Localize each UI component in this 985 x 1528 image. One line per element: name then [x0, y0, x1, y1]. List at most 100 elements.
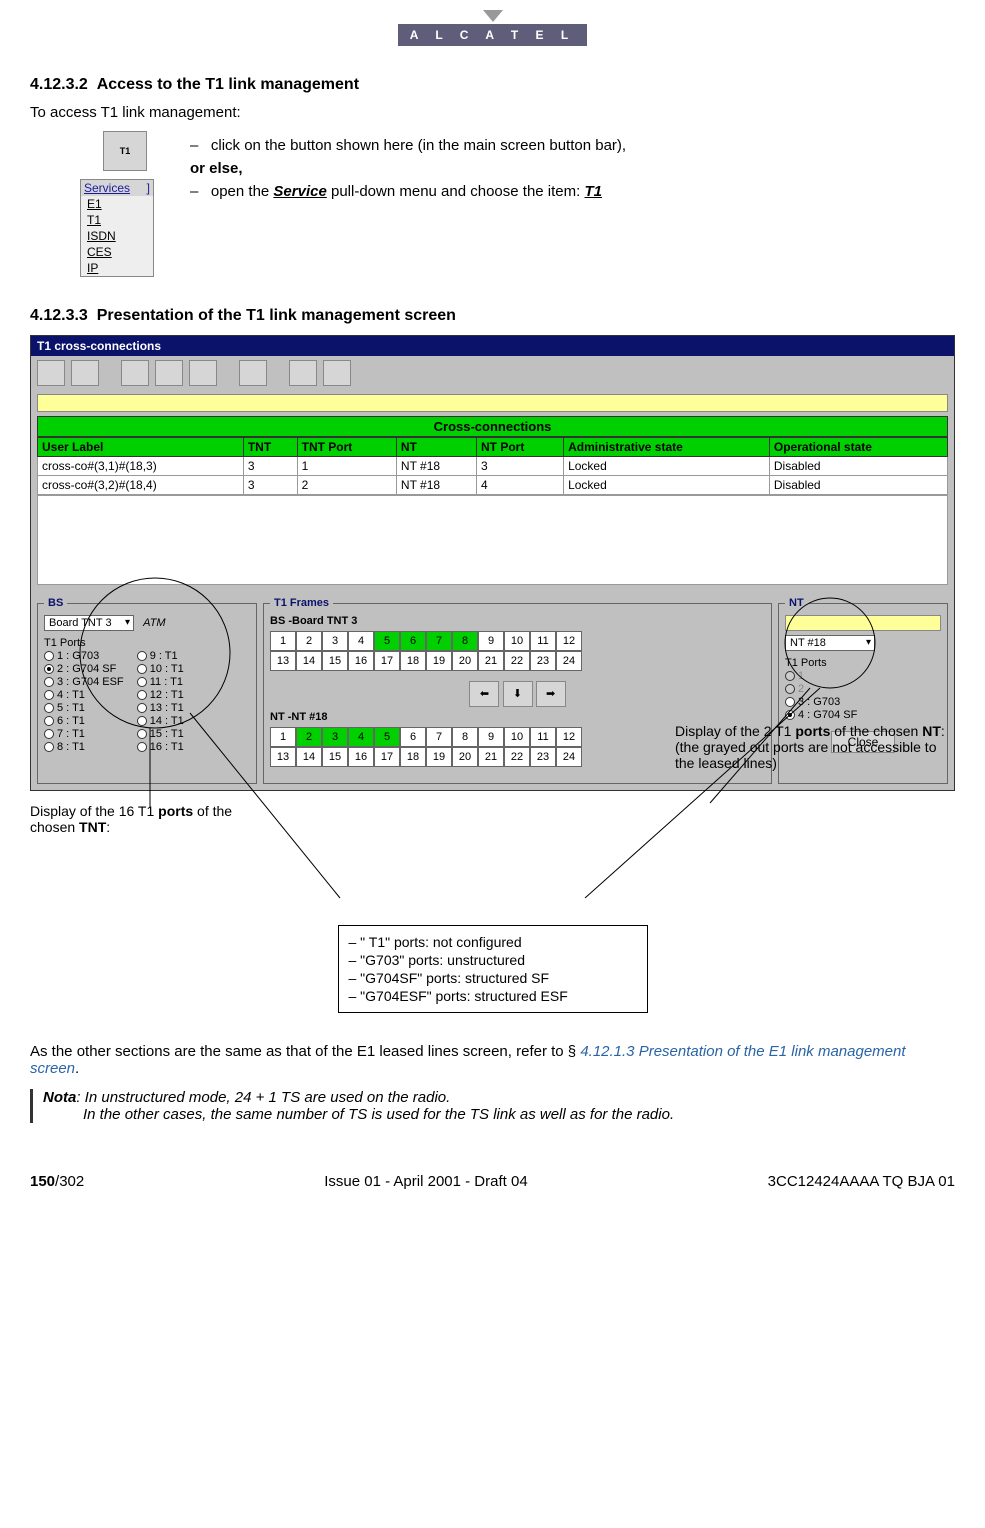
frame-cell[interactable]: 1: [270, 631, 296, 651]
frame-cell[interactable]: 18: [400, 747, 426, 767]
frame-cell[interactable]: 8: [452, 727, 478, 747]
intro-text: To access T1 link management:: [30, 104, 955, 121]
radio-port-7[interactable]: 7 : T1: [44, 728, 124, 740]
frame-cell[interactable]: 2: [296, 727, 322, 747]
frame-cell[interactable]: 14: [296, 747, 322, 767]
radio-port-4[interactable]: 4 : T1: [44, 689, 124, 701]
frame-cell[interactable]: 6: [400, 631, 426, 651]
bs-frame-grid: 123456789101112131415161718192021222324: [270, 631, 765, 671]
radio-port-6[interactable]: 6 : T1: [44, 715, 124, 727]
frame-cell[interactable]: 20: [452, 747, 478, 767]
frame-cell[interactable]: 2: [296, 631, 322, 651]
bs-board-dropdown[interactable]: Board TNT 3: [44, 615, 134, 631]
frame-cell[interactable]: 4: [348, 631, 374, 651]
toolbar-button[interactable]: [323, 360, 351, 386]
radio-port-3[interactable]: 3 : G704 ESF: [44, 676, 124, 688]
radio-port-13[interactable]: 13 : T1: [137, 702, 184, 714]
frame-cell[interactable]: 11: [530, 727, 556, 747]
col-nt: NT: [396, 438, 476, 457]
frame-cell[interactable]: 10: [504, 631, 530, 651]
nt-dropdown[interactable]: NT #18: [785, 635, 875, 651]
frame-cell[interactable]: 17: [374, 651, 400, 671]
col-nt-port: NT Port: [477, 438, 564, 457]
radio-port-5[interactable]: 5 : T1: [44, 702, 124, 714]
table-row[interactable]: cross-co#(3,2)#(18,4)32NT #184LockedDisa…: [38, 476, 948, 495]
section-heading-1: 4.12.3.2 Access to the T1 link managemen…: [30, 76, 955, 94]
frame-cell[interactable]: 3: [322, 727, 348, 747]
frame-cell[interactable]: 5: [374, 727, 400, 747]
frame-cell[interactable]: 18: [400, 651, 426, 671]
frame-cell[interactable]: 16: [348, 651, 374, 671]
nota-block: Nota: In unstructured mode, 24 + 1 TS ar…: [30, 1089, 955, 1123]
frame-cell[interactable]: 12: [556, 631, 582, 651]
toolbar-button[interactable]: [37, 360, 65, 386]
frame-cell[interactable]: 15: [322, 747, 348, 767]
frame-cell[interactable]: 17: [374, 747, 400, 767]
services-menu: Services] E1 T1 ISDN CES IP: [80, 179, 154, 277]
frame-cell[interactable]: 21: [478, 747, 504, 767]
toolbar-button[interactable]: [189, 360, 217, 386]
frame-cell[interactable]: 24: [556, 651, 582, 671]
radio-port-14[interactable]: 14 : T1: [137, 715, 184, 727]
table-empty-area: [37, 495, 948, 585]
frame-cell[interactable]: 12: [556, 727, 582, 747]
t1-frames-legend: T1 Frames: [270, 597, 333, 609]
frame-cell[interactable]: 21: [478, 651, 504, 671]
frame-cell[interactable]: 1: [270, 727, 296, 747]
radio-port-11[interactable]: 11 : T1: [137, 676, 184, 688]
menu-item-ip: IP: [81, 260, 153, 276]
arrow-down-button[interactable]: ⬇: [503, 681, 533, 707]
menu-item-e1: E1: [81, 196, 153, 212]
frame-cell[interactable]: 11: [530, 631, 556, 651]
toolbar-button[interactable]: [239, 360, 267, 386]
radio-port-15[interactable]: 15 : T1: [137, 728, 184, 740]
frame-cell[interactable]: 9: [478, 631, 504, 651]
frame-cell[interactable]: 7: [426, 727, 452, 747]
radio-port-2[interactable]: 2 : G704 SF: [44, 663, 124, 675]
frame-cell[interactable]: 14: [296, 651, 322, 671]
frame-cell[interactable]: 20: [452, 651, 478, 671]
nt-radio-4[interactable]: 4 : G704 SF: [785, 709, 941, 721]
frame-cell[interactable]: 15: [322, 651, 348, 671]
nt-radio-2: 2: [785, 683, 941, 695]
frame-cell[interactable]: 16: [348, 747, 374, 767]
frame-cell[interactable]: 7: [426, 631, 452, 651]
radio-port-12[interactable]: 12 : T1: [137, 689, 184, 701]
radio-port-8[interactable]: 8 : T1: [44, 741, 124, 753]
frame-cell[interactable]: 22: [504, 747, 530, 767]
frame-cell[interactable]: 24: [556, 747, 582, 767]
radio-port-16[interactable]: 16 : T1: [137, 741, 184, 753]
toolbar-button[interactable]: [289, 360, 317, 386]
radio-port-1[interactable]: 1 : G703: [44, 650, 124, 662]
arrow-left-button[interactable]: ⬅: [469, 681, 499, 707]
frame-cell[interactable]: 8: [452, 631, 478, 651]
frame-cell[interactable]: 4: [348, 727, 374, 747]
frame-cell[interactable]: 13: [270, 651, 296, 671]
menu-item-ces: CES: [81, 244, 153, 260]
frame-cell[interactable]: 6: [400, 727, 426, 747]
annotation-left: Display of the 16 T1 ports of the chosen…: [30, 803, 240, 835]
frame-cell[interactable]: 22: [504, 651, 530, 671]
arrow-right-button[interactable]: ➡: [536, 681, 566, 707]
frame-cell[interactable]: 23: [530, 651, 556, 671]
bs-panel: BS Board TNT 3 ATM T1 Ports 1 : G703 2 :…: [37, 597, 257, 784]
frame-cell[interactable]: 9: [478, 727, 504, 747]
table-row[interactable]: cross-co#(3,1)#(18,3)31NT #183LockedDisa…: [38, 457, 948, 476]
window-toolbar: [31, 356, 954, 390]
toolbar-button[interactable]: [155, 360, 183, 386]
frame-cell[interactable]: 19: [426, 651, 452, 671]
toolbar-button[interactable]: [121, 360, 149, 386]
radio-port-9[interactable]: 9 : T1: [137, 650, 184, 662]
frame-cell[interactable]: 13: [270, 747, 296, 767]
frame-cell[interactable]: 19: [426, 747, 452, 767]
frame-cell[interactable]: 10: [504, 727, 530, 747]
col-tnt-port: TNT Port: [297, 438, 396, 457]
window-titlebar: T1 cross-connections: [31, 336, 954, 356]
nt-radio-3[interactable]: 3 : G703: [785, 696, 941, 708]
col-user-label: User Label: [38, 438, 244, 457]
frame-cell[interactable]: 5: [374, 631, 400, 651]
toolbar-button[interactable]: [71, 360, 99, 386]
frame-cell[interactable]: 3: [322, 631, 348, 651]
frame-cell[interactable]: 23: [530, 747, 556, 767]
radio-port-10[interactable]: 10 : T1: [137, 663, 184, 675]
